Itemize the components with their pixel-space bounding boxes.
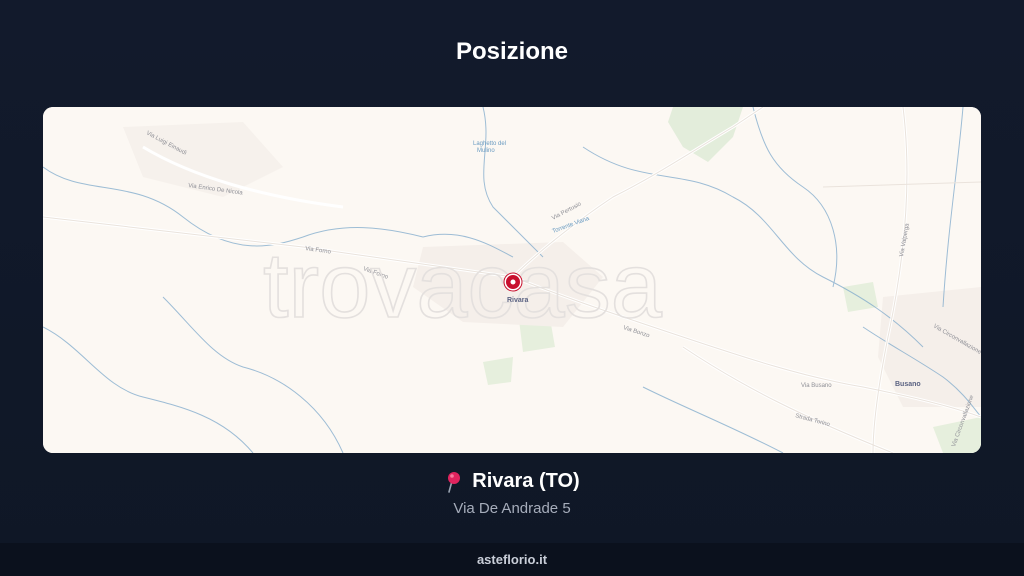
watermark: trovacasa xyxy=(263,235,663,337)
footer-site-link[interactable]: asteflorio.it xyxy=(477,552,547,567)
location-name: Rivara (TO) xyxy=(472,470,580,492)
map-label-busano: Busano xyxy=(895,381,921,388)
page-title: Posizione xyxy=(455,38,569,65)
map[interactable]: Via Luigi Einaudi Via Enrico De Nicola L… xyxy=(43,107,981,453)
map-canvas[interactable]: Via Luigi Einaudi Via Enrico De Nicola L… xyxy=(43,107,981,453)
location-row: Rivara (TO) xyxy=(0,470,1024,493)
footer: asteflorio.it xyxy=(0,543,1024,576)
location-marker-icon[interactable] xyxy=(503,272,523,292)
location-address: Via De Andrade 5 xyxy=(453,500,571,517)
map-label-mulino: Mulino xyxy=(477,148,495,154)
marker-label: Rivara xyxy=(507,297,529,304)
map-label-via-busano: Via Busano xyxy=(801,383,832,389)
round-pushpin-icon xyxy=(444,471,462,493)
park-area xyxy=(843,282,878,312)
map-label-laghetto: Laghetto del xyxy=(473,141,506,147)
